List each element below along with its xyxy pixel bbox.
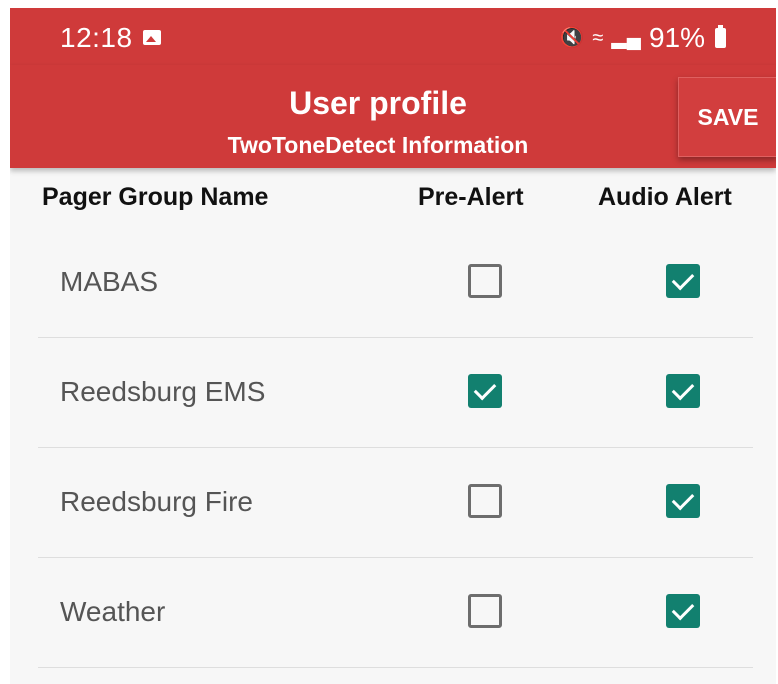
save-button[interactable]: SAVE (678, 77, 776, 157)
audio-alert-checkbox[interactable] (666, 594, 700, 628)
audio-alert-checkbox[interactable] (666, 484, 700, 518)
audio-alert-checkbox[interactable] (666, 264, 700, 298)
table-row: Reedsburg EMS (38, 337, 753, 448)
pre-alert-checkbox[interactable] (468, 484, 502, 518)
phone-screen: 12:18 🔇 ≈ ▂▄ 91% User profile TwoToneDet… (10, 8, 776, 684)
battery-icon (715, 25, 726, 48)
audio-alert-checkbox[interactable] (666, 374, 700, 408)
table-row: MABAS (38, 227, 753, 338)
status-icons: 🔇 ≈ ▂▄ 91% (559, 22, 726, 54)
wifi-icon: ≈ (592, 27, 604, 49)
column-header-audio-alert: Audio Alert (598, 183, 732, 211)
pager-group-name: Reedsburg EMS (60, 376, 266, 407)
status-bar: 12:18 🔇 ≈ ▂▄ 91% (10, 8, 776, 65)
pager-group-name: Reedsburg Fire (60, 486, 253, 517)
signal-icon: ▂▄ (611, 27, 641, 49)
pager-group-name: MABAS (60, 266, 159, 297)
table-row: Reedsburg Fire (38, 447, 753, 558)
status-time: 12:18 (60, 22, 133, 53)
mute-icon: 🔇 (559, 27, 585, 49)
column-header-pre-alert: Pre-Alert (418, 183, 524, 211)
battery-percent: 91% (648, 22, 705, 53)
app-bar: User profile TwoToneDetect Information S… (10, 65, 776, 168)
table-row: Weather (38, 557, 753, 668)
gallery-icon (143, 30, 161, 45)
page-title: User profile (289, 85, 467, 121)
page-subtitle: TwoToneDetect Information (227, 132, 529, 158)
pre-alert-checkbox[interactable] (468, 264, 502, 298)
column-header-pager-group-name: Pager Group Name (42, 183, 269, 211)
pager-group-name: Weather (60, 596, 166, 627)
table-header: Pager Group Name Pre-Alert Audio Alert (10, 183, 776, 223)
pre-alert-checkbox[interactable] (468, 594, 502, 628)
pre-alert-checkbox[interactable] (468, 374, 502, 408)
